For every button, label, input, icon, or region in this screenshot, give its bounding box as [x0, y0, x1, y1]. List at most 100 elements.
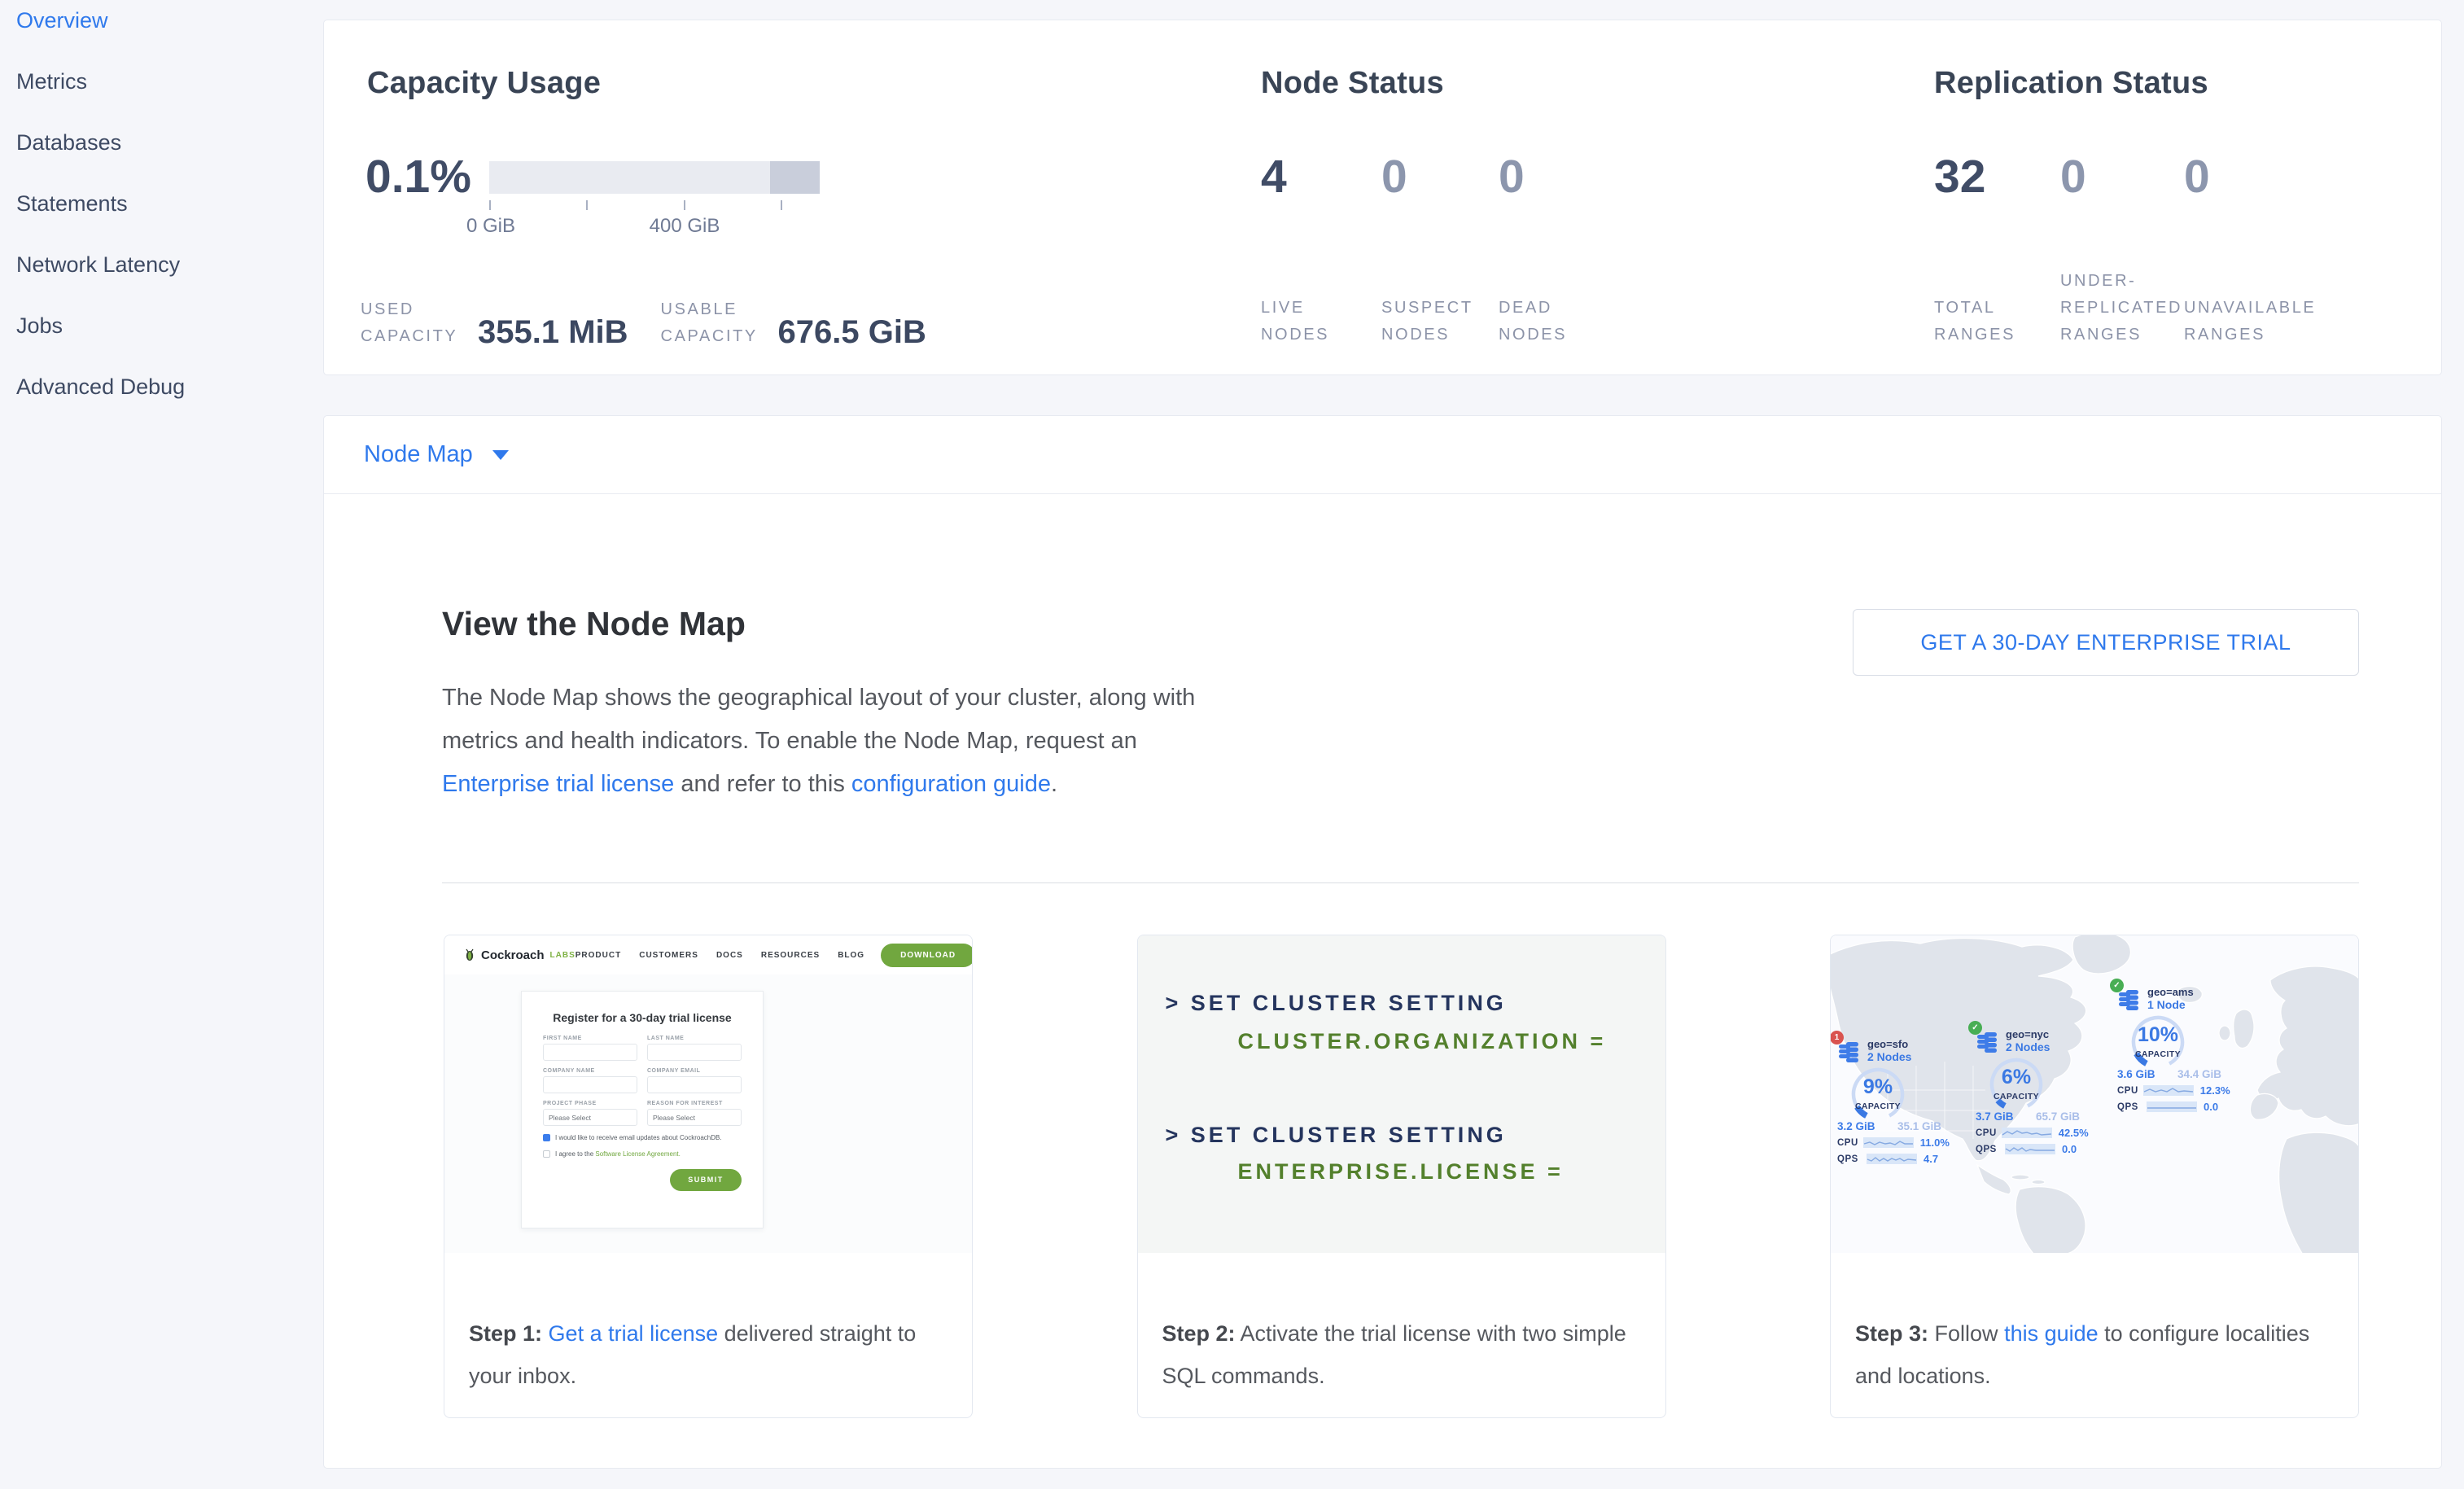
capacity-bar: 0 GiB 400 GiB [489, 161, 820, 194]
total-ranges-label: TOTAL RANGES [1934, 295, 2032, 348]
enterprise-trial-license-link[interactable]: Enterprise trial license [442, 771, 674, 797]
capacity-axis-tick [684, 200, 685, 210]
company-name-field[interactable] [543, 1076, 637, 1093]
live-nodes-value: 4 [1261, 154, 1287, 200]
sql-keyword: SET CLUSTER SETTING [1191, 1123, 1507, 1147]
mock-nav-blog[interactable]: BLOG [838, 951, 864, 960]
mock-nav-customers[interactable]: CUSTOMERS [639, 951, 698, 960]
chevron-down-icon [492, 450, 509, 460]
used-capacity-value: 355.1 MiB [478, 316, 628, 348]
sidebar-item-metrics[interactable]: Metrics [0, 51, 323, 112]
replication-status-title: Replication Status [1934, 66, 2208, 101]
configuration-guide-link[interactable]: configuration guide [851, 771, 1051, 797]
view-selector-label: Node Map [364, 441, 473, 468]
capacity-axis-tick [781, 200, 782, 210]
mock-site-header: CockroachLABS PRODUCT CUSTOMERS DOCS RES… [444, 935, 972, 974]
step-1-screenshot: CockroachLABS PRODUCT CUSTOMERS DOCS RES… [444, 935, 972, 1253]
description-text: . [1051, 771, 1057, 797]
capacity-gauge: 10% CAPACITY [2129, 1013, 2187, 1071]
get-enterprise-trial-button[interactable]: GET A 30-DAY ENTERPRISE TRIAL [1853, 609, 2359, 676]
last-name-field[interactable] [647, 1044, 742, 1061]
step-2-caption: Step 2: Activate the trial license with … [1138, 1275, 1665, 1397]
qps-sparkline [2005, 1144, 2055, 1154]
sidebar-item-databases[interactable]: Databases [0, 112, 323, 173]
section-divider [442, 882, 2359, 883]
cpu-sparkline [1863, 1137, 1914, 1148]
step-2-card: > SET CLUSTER SETTING CLUSTER.ORGANIZATI… [1137, 935, 1666, 1418]
project-phase-select[interactable]: Please Select [543, 1109, 637, 1126]
mock-download-button[interactable]: DOWNLOAD [881, 944, 972, 967]
step-1-card: CockroachLABS PRODUCT CUSTOMERS DOCS RES… [444, 935, 973, 1418]
suspect-nodes-label: SUSPECT NODES [1381, 295, 1487, 348]
description-text: and refer to this [674, 771, 851, 797]
cpu-label: CPU [1976, 1128, 1997, 1138]
healthy-node-badge: ✓ [1968, 1021, 1982, 1035]
unavailable-ranges-label: UNAVAILABLE RANGES [2184, 295, 2347, 348]
locality-name: geo=sfo [1867, 1038, 1911, 1050]
capacity-axis-tick [489, 200, 491, 210]
used-capacity-label: USED CAPACITY [361, 296, 465, 350]
sql-prompt: > [1166, 1123, 1182, 1147]
usable-capacity-value: 676.5 GiB [778, 316, 926, 348]
map-node-sfo[interactable]: 1 geo=sfo 2 Nodes [1837, 1038, 1945, 1165]
node-count: 1 Node [2147, 998, 2194, 1011]
node-map-promo: View the Node Map The Node Map shows the… [324, 494, 2441, 1469]
view-selector-header: Node Map [324, 416, 2441, 494]
total-ranges-value: 32 [1934, 154, 1985, 200]
qps-label: QPS [1837, 1154, 1862, 1164]
qps-label: QPS [1976, 1145, 2000, 1154]
under-replicated-ranges-label: UNDER-REPLICATED RANGES [2060, 268, 2204, 348]
cpu-value: 12.3% [2200, 1084, 2230, 1097]
cpu-sparkline [2143, 1085, 2194, 1096]
description-text: The Node Map shows the geographical layo… [442, 685, 1195, 754]
trial-license-form: Register for a 30-day trial license FIRS… [521, 991, 764, 1228]
suspect-nodes-value: 0 [1381, 154, 1407, 200]
database-stack-icon: 1 [1837, 1038, 1860, 1062]
company-email-label: COMPANY EMAIL [647, 1068, 742, 1074]
company-email-field[interactable] [647, 1076, 742, 1093]
qps-label: QPS [2117, 1102, 2142, 1112]
sidebar-item-statements[interactable]: Statements [0, 173, 323, 234]
sql-prompt: > [1166, 991, 1182, 1015]
first-name-field[interactable] [543, 1044, 637, 1061]
database-stack-icon: ✓ [2117, 986, 2140, 1010]
cluster-overview-page: Overview Metrics Databases Statements Ne… [0, 0, 2464, 1489]
mock-nav-resources[interactable]: RESOURCES [761, 951, 820, 960]
mock-nav-docs[interactable]: DOCS [716, 951, 743, 960]
step-2-sql-block: > SET CLUSTER SETTING CLUSTER.ORGANIZATI… [1138, 935, 1665, 1253]
sidebar: Overview Metrics Databases Statements Ne… [0, 0, 323, 418]
under-replicated-ranges-value: 0 [2060, 154, 2086, 200]
cockroach-bug-icon [464, 948, 475, 962]
qps-value: 0.0 [2204, 1101, 2218, 1113]
capacity-axis-label: 400 GiB [650, 215, 720, 238]
reason-for-interest-select[interactable]: Please Select [647, 1109, 742, 1126]
sidebar-item-overview[interactable]: Overview [0, 0, 323, 51]
software-license-agreement-link[interactable]: Software License Agreement. [595, 1150, 681, 1158]
sidebar-item-advanced-debug[interactable]: Advanced Debug [0, 357, 323, 418]
map-node-ams[interactable]: ✓ geo=ams 1 Node [2117, 986, 2225, 1113]
qps-value: 4.7 [1923, 1153, 1938, 1165]
steps-row: CockroachLABS PRODUCT CUSTOMERS DOCS RES… [444, 935, 2359, 1418]
this-guide-link[interactable]: this guide [2004, 1321, 2099, 1346]
step-3-caption: Step 3: Follow this guide to configure l… [1831, 1275, 2358, 1397]
step-1-caption: Step 1: Get a trial license delivered st… [444, 1275, 972, 1397]
capacity-percent: 6% [1987, 1066, 2046, 1089]
capacity-label: CAPACITY [1987, 1092, 2046, 1101]
mock-site-nav: PRODUCT CUSTOMERS DOCS RESOURCES BLOG [576, 951, 864, 960]
license-agreement-checkbox[interactable] [543, 1150, 550, 1158]
node-map-view-selector[interactable]: Node Map [364, 441, 509, 468]
sidebar-item-jobs[interactable]: Jobs [0, 296, 323, 357]
mock-nav-product[interactable]: PRODUCT [576, 951, 621, 960]
capacity-axis-label: 0 GiB [466, 215, 515, 238]
get-trial-license-link[interactable]: Get a trial license [549, 1321, 719, 1346]
map-node-nyc[interactable]: ✓ geo=nyc 2 Nodes [1976, 1028, 2083, 1155]
capacity-label: CAPACITY [1849, 1101, 1907, 1111]
cpu-label: CPU [1837, 1138, 1858, 1148]
sql-keyword: SET CLUSTER SETTING [1191, 991, 1507, 1015]
sidebar-item-network-latency[interactable]: Network Latency [0, 234, 323, 296]
node-status-title: Node Status [1261, 66, 1444, 101]
dead-nodes-value: 0 [1499, 154, 1525, 200]
capacity-percent: 0.1% [365, 154, 471, 200]
email-optin-checkbox[interactable] [543, 1134, 550, 1141]
submit-button[interactable]: SUBMIT [670, 1169, 742, 1191]
